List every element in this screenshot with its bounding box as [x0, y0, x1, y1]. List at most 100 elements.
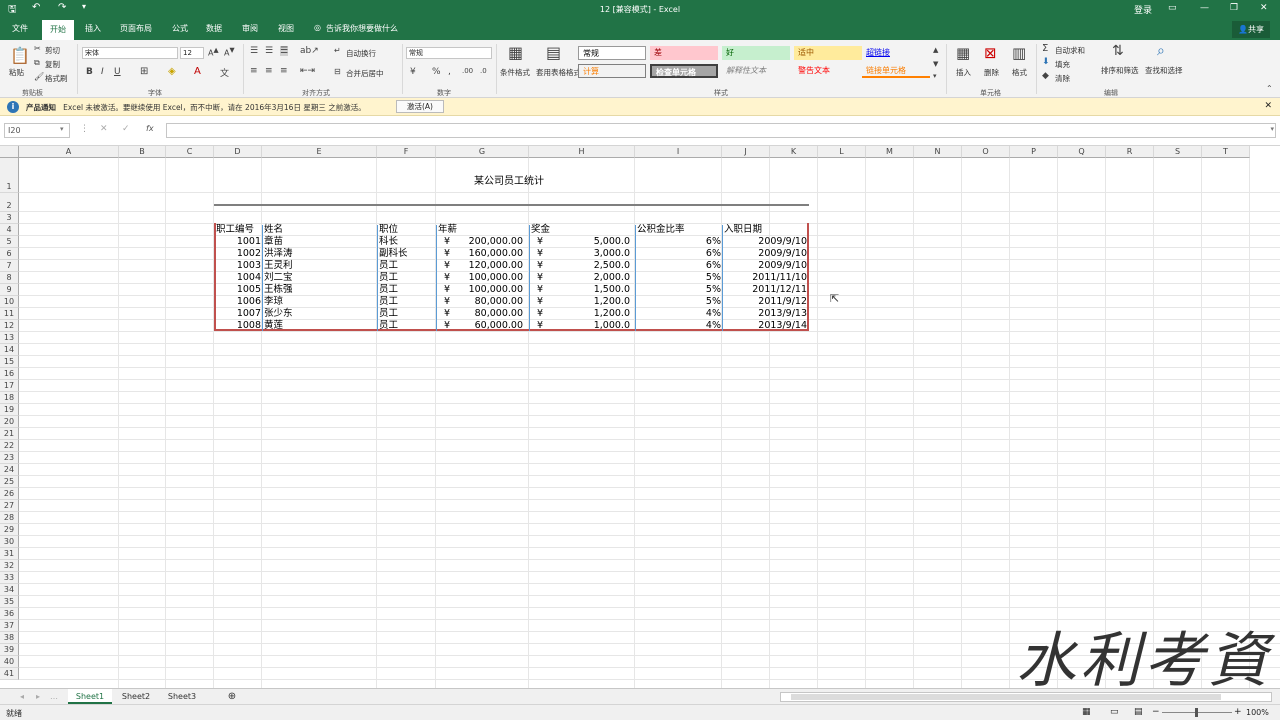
enter-icon[interactable]: ✓ [122, 124, 130, 134]
orientation-icon[interactable]: ab↗ [300, 46, 319, 56]
column-header-o[interactable]: O [962, 146, 1010, 158]
percent-icon[interactable]: % [432, 67, 441, 77]
row-header-25[interactable]: 25 [0, 476, 19, 488]
comma-icon[interactable]: , [448, 67, 451, 77]
conditional-format-icon[interactable]: ▦ [508, 43, 523, 62]
minimize-icon[interactable]: — [1200, 3, 1209, 13]
column-header-r[interactable]: R [1106, 146, 1154, 158]
tab-home[interactable]: 开始 [42, 20, 74, 40]
row-header-18[interactable]: 18 [0, 392, 19, 404]
row-header-37[interactable]: 37 [0, 620, 19, 632]
row-header-26[interactable]: 26 [0, 488, 19, 500]
column-header-j[interactable]: J [722, 146, 770, 158]
align-left-icon[interactable]: ≡ [250, 66, 258, 76]
insert-button[interactable]: 插入 [956, 67, 971, 78]
style-normal[interactable]: 常规 [578, 46, 646, 60]
indent-icon[interactable]: ⇤⇥ [300, 66, 315, 76]
style-neutral[interactable]: 适中 [794, 46, 862, 60]
row-header-27[interactable]: 27 [0, 500, 19, 512]
number-format-select[interactable]: 常规 [406, 47, 492, 59]
fill-button[interactable]: 填充 [1055, 59, 1070, 70]
copy-button[interactable]: 复制 [45, 59, 60, 70]
table-format-button[interactable]: 套用表格格式 [536, 67, 581, 78]
column-header-n[interactable]: N [914, 146, 962, 158]
row-header-30[interactable]: 30 [0, 536, 19, 548]
align-center-icon[interactable]: ≡ [265, 66, 273, 76]
autosum-icon[interactable]: Σ [1042, 43, 1048, 54]
style-good[interactable]: 好 [722, 46, 790, 60]
row-header-33[interactable]: 33 [0, 572, 19, 584]
row-header-35[interactable]: 35 [0, 596, 19, 608]
row-header-28[interactable]: 28 [0, 512, 19, 524]
column-header-q[interactable]: Q [1058, 146, 1106, 158]
row-header-22[interactable]: 22 [0, 440, 19, 452]
decrease-decimal-icon[interactable]: .0 [480, 67, 487, 75]
format-painter-icon[interactable]: 🖌 [34, 72, 44, 81]
cancel-icon[interactable]: ✕ [100, 124, 108, 134]
row-header-10[interactable]: 10 [0, 296, 19, 308]
clear-button[interactable]: 清除 [1055, 73, 1070, 84]
row-header-1[interactable]: 1 [0, 158, 19, 193]
row-header-13[interactable]: 13 [0, 332, 19, 344]
scroll-right-icon[interactable]: ▸ [32, 689, 44, 704]
row-header-39[interactable]: 39 [0, 644, 19, 656]
format-cells-icon[interactable]: ▥ [1012, 44, 1026, 62]
row-header-32[interactable]: 32 [0, 560, 19, 572]
row-header-16[interactable]: 16 [0, 368, 19, 380]
close-notice-icon[interactable]: ✕ [1264, 101, 1272, 111]
style-bad[interactable]: 差 [650, 46, 718, 60]
column-header-f[interactable]: F [377, 146, 436, 158]
row-header-2[interactable]: 2 [0, 193, 19, 212]
style-explanatory[interactable]: 解释性文本 [722, 64, 790, 78]
tell-me-icon[interactable]: ◎ [314, 23, 321, 32]
currency-icon[interactable]: ¥ [410, 67, 416, 77]
increase-decimal-icon[interactable]: .00 [462, 67, 473, 75]
tab-page-layout[interactable]: 页面布局 [120, 23, 152, 34]
collapse-ribbon-icon[interactable]: ⌃ [1266, 84, 1273, 93]
column-header-e[interactable]: E [262, 146, 377, 158]
align-top-icon[interactable]: ☰ [250, 46, 258, 56]
cut-button[interactable]: 剪切 [45, 45, 60, 56]
align-bottom-icon[interactable]: ☰ [280, 46, 289, 56]
style-calculation[interactable]: 计算 [578, 64, 646, 78]
column-header-c[interactable]: C [166, 146, 214, 158]
bold-icon[interactable]: B [86, 67, 93, 77]
new-sheet-icon[interactable]: ⊕ [224, 689, 240, 704]
maximize-icon[interactable]: ❐ [1230, 3, 1238, 13]
row-header-4[interactable]: 4 [0, 224, 19, 236]
insert-cells-icon[interactable]: ▦ [956, 44, 970, 62]
tab-data[interactable]: 数据 [206, 23, 222, 34]
borders-icon[interactable]: ⊞ [140, 66, 148, 77]
row-header-38[interactable]: 38 [0, 632, 19, 644]
row-header-6[interactable]: 6 [0, 248, 19, 260]
column-header-l[interactable]: L [818, 146, 866, 158]
wrap-text-icon[interactable]: ↵ [334, 46, 341, 55]
style-hyperlink[interactable]: 超链接 [862, 46, 930, 60]
merge-icon[interactable]: ⊟ [334, 67, 341, 76]
find-select-button[interactable]: 查找和选择 [1145, 65, 1183, 76]
sheet-tab-3[interactable]: Sheet3 [160, 689, 204, 704]
format-button[interactable]: 格式 [1012, 67, 1027, 78]
row-header-19[interactable]: 19 [0, 404, 19, 416]
tab-view[interactable]: 视图 [278, 23, 294, 34]
column-header-d[interactable]: D [214, 146, 262, 158]
row-header-8[interactable]: 8 [0, 272, 19, 284]
column-header-p[interactable]: P [1010, 146, 1058, 158]
scroll-left-icon[interactable]: ◂ [16, 689, 28, 704]
column-header-t[interactable]: T [1202, 146, 1250, 158]
align-middle-icon[interactable]: ☰ [265, 46, 273, 56]
align-right-icon[interactable]: ≡ [280, 66, 288, 76]
share-button[interactable]: 👤共享 [1232, 21, 1270, 38]
sheet-tab-1[interactable]: Sheet1 [68, 689, 112, 704]
grow-font-icon[interactable]: A▲ [208, 46, 219, 58]
row-header-11[interactable]: 11 [0, 308, 19, 320]
row-header-36[interactable]: 36 [0, 608, 19, 620]
column-header-h[interactable]: H [529, 146, 635, 158]
font-size-select[interactable]: 12 [180, 47, 204, 59]
row-header-24[interactable]: 24 [0, 464, 19, 476]
row-header-14[interactable]: 14 [0, 344, 19, 356]
autosum-button[interactable]: 自动求和 [1055, 45, 1085, 56]
row-header-40[interactable]: 40 [0, 656, 19, 668]
copy-icon[interactable]: ⧉ [34, 58, 40, 68]
column-header-m[interactable]: M [866, 146, 914, 158]
